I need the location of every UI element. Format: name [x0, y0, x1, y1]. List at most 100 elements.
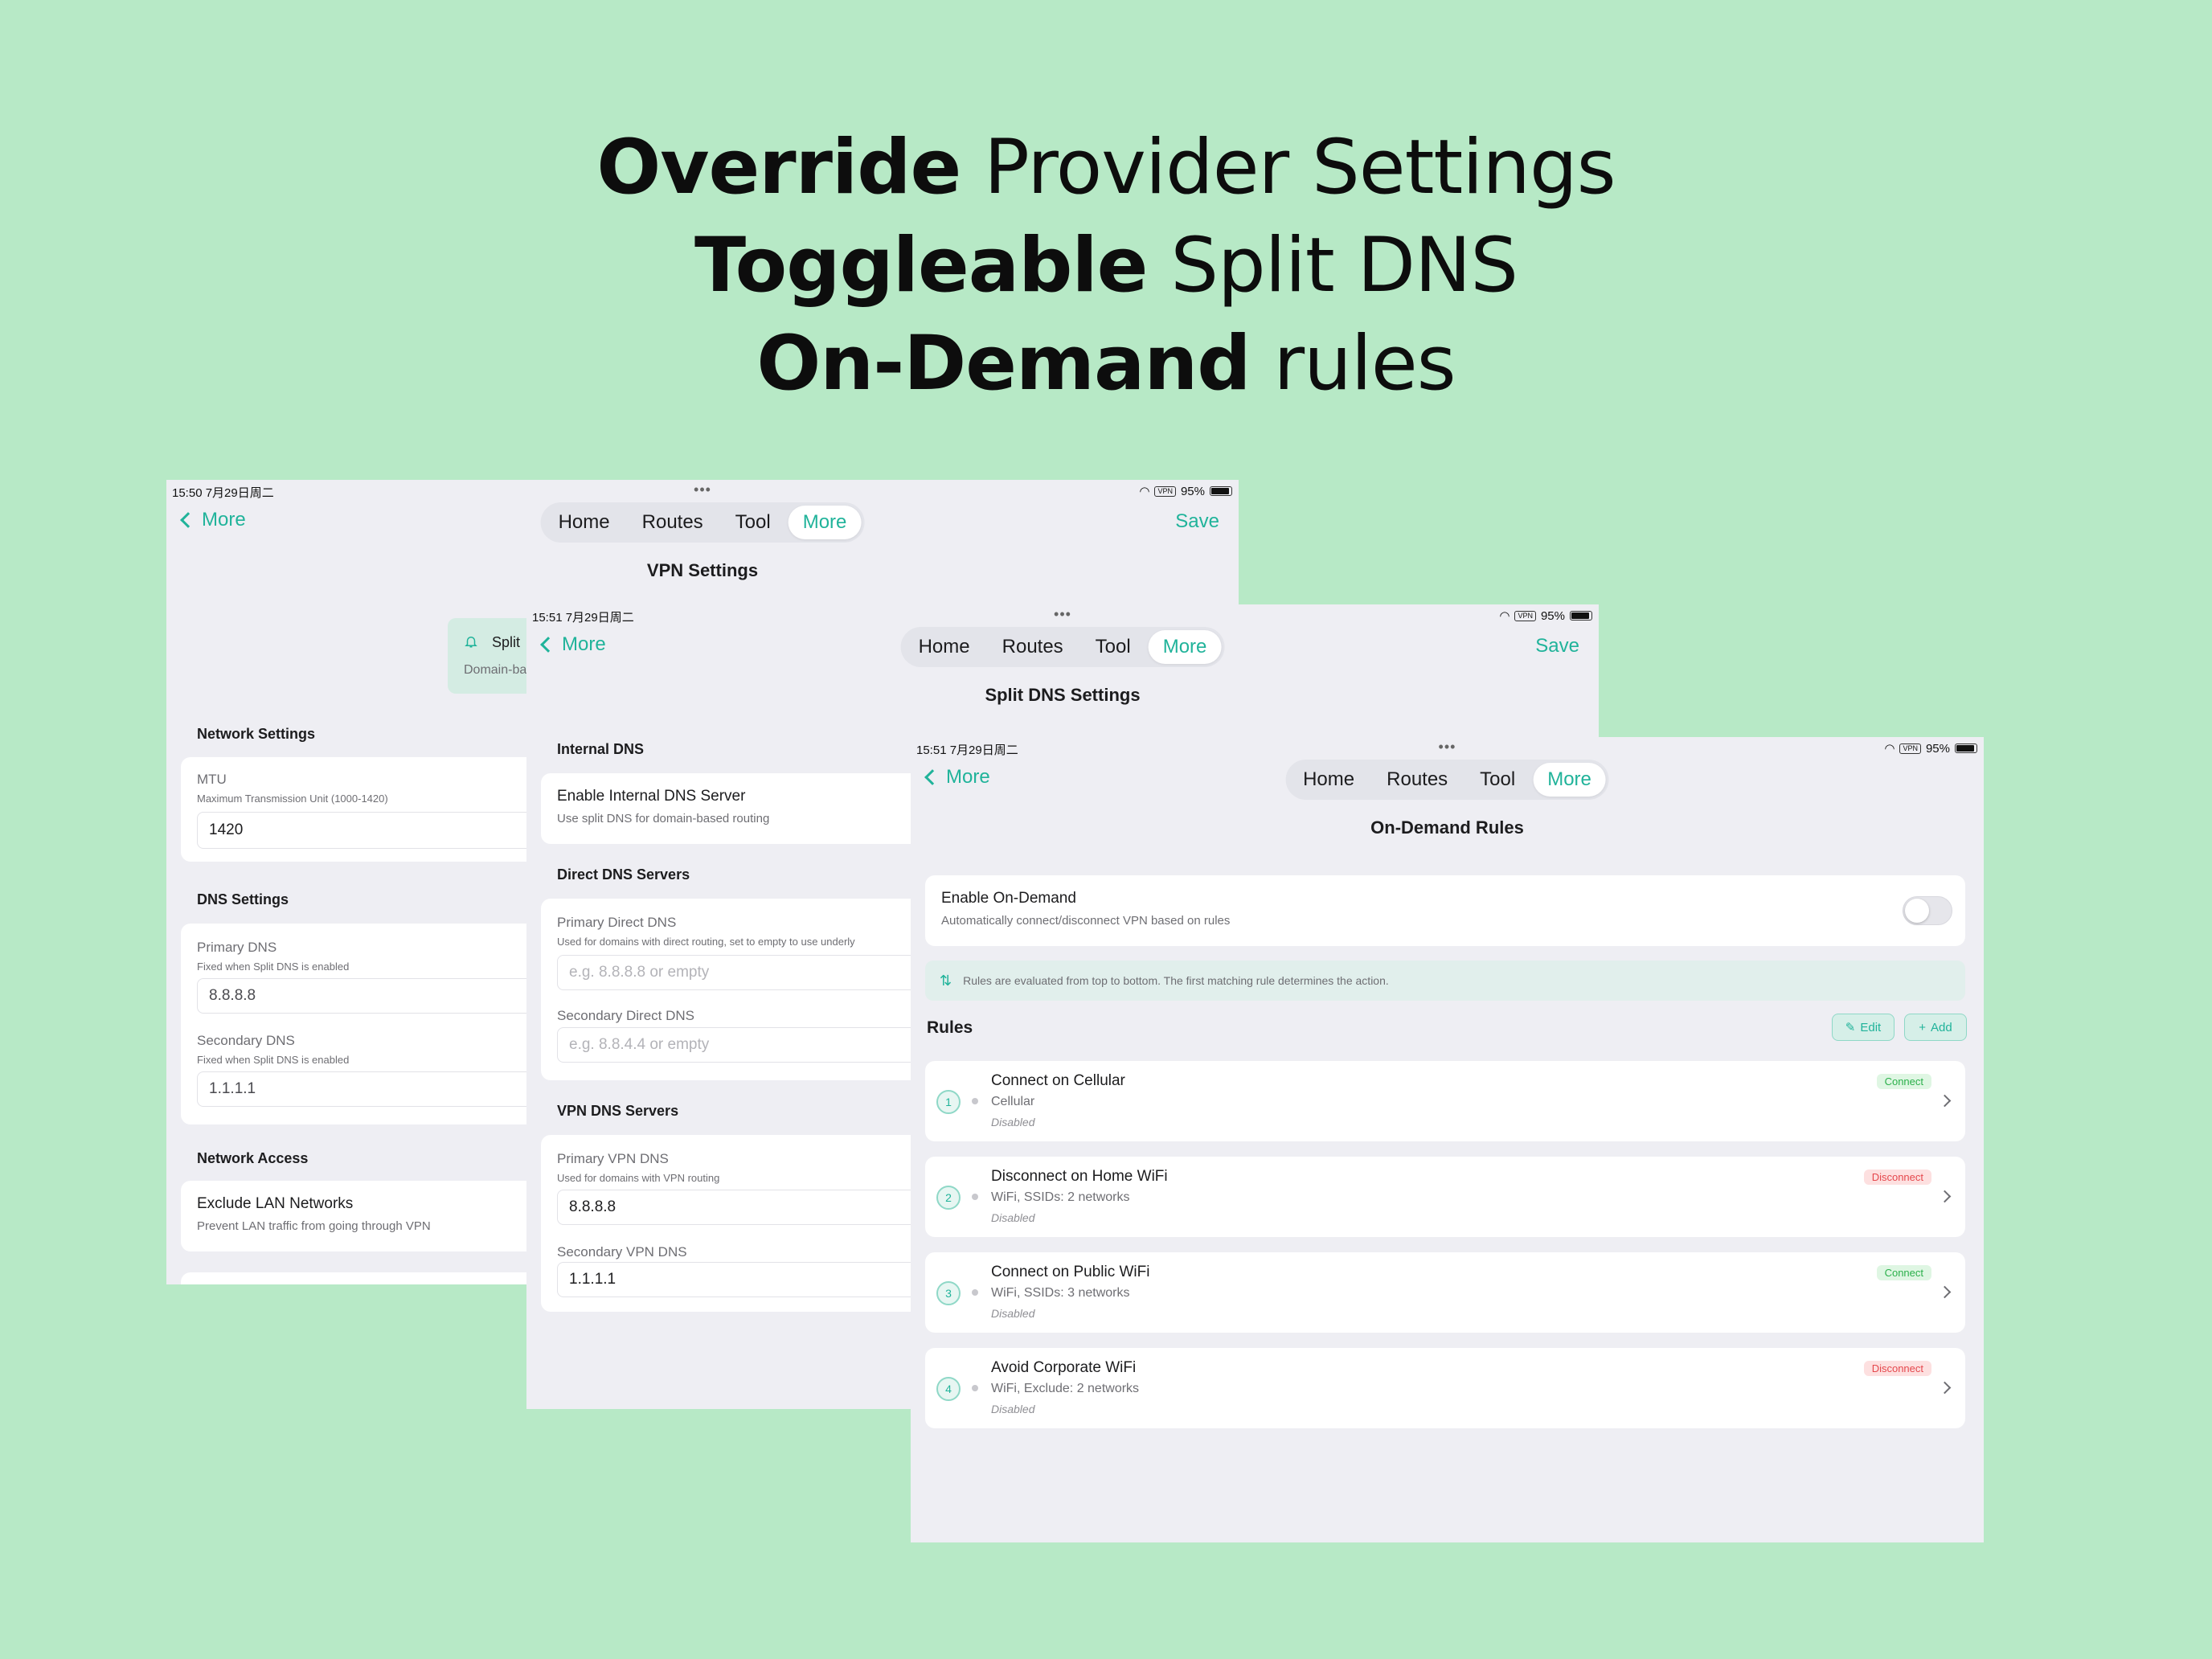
chevron-left-icon: [540, 637, 556, 653]
battery-percent: 95%: [1925, 741, 1950, 756]
tab-more[interactable]: More: [1148, 630, 1222, 664]
status-icons: ◠ VPN 95%: [1499, 608, 1592, 623]
action-badge: Disconnect: [1863, 1169, 1931, 1185]
wifi-icon: ◠: [1499, 609, 1510, 623]
enable-on-demand-subtitle: Automatically connect/disconnect VPN bas…: [941, 914, 1231, 928]
tab-routes[interactable]: Routes: [628, 506, 718, 539]
rules-header: Rules: [927, 1018, 973, 1037]
on-demand-toggle[interactable]: [1903, 896, 1952, 925]
tab-bar: Home Routes Tool More: [900, 627, 1225, 667]
enable-on-demand-title: Enable On-Demand: [941, 890, 1076, 907]
battery-percent: 95%: [1540, 608, 1565, 623]
multitask-dots-icon[interactable]: •••: [1439, 739, 1456, 756]
rule-card[interactable]: 1 Connect on Cellular Cellular Disabled …: [925, 1061, 1965, 1141]
enable-on-demand-card: Enable On-Demand Automatically connect/d…: [925, 875, 1965, 946]
plus-icon: +: [1919, 1020, 1927, 1034]
save-button[interactable]: Save: [1175, 510, 1219, 533]
status-dot-icon: [972, 1098, 978, 1104]
rule-title: Connect on Public WiFi: [991, 1264, 1150, 1280]
headline-line-3: On-Demand rules: [756, 320, 1456, 408]
network-access-header: Network Access: [197, 1150, 309, 1166]
rule-card[interactable]: 4 Avoid Corporate WiFi WiFi, Exclude: 2 …: [925, 1348, 1965, 1428]
back-label: More: [946, 766, 990, 788]
rule-state: Disabled: [991, 1307, 1035, 1320]
exclude-lan-subtitle: Prevent LAN traffic from going through V…: [197, 1219, 431, 1233]
chevron-right-icon: [1938, 1190, 1952, 1203]
status-dot-icon: [972, 1289, 978, 1296]
direct-dns-header: Direct DNS Servers: [557, 866, 690, 883]
enable-internal-dns-subtitle: Use split DNS for domain-based routing: [557, 812, 770, 825]
headline-line-2: Toggleable Split DNS: [694, 222, 1518, 309]
rule-number: 4: [936, 1377, 961, 1401]
battery-percent: 95%: [1180, 484, 1205, 498]
internal-dns-header: Internal DNS: [557, 741, 645, 757]
multitask-dots-icon[interactable]: •••: [1054, 606, 1071, 623]
network-settings-header: Network Settings: [197, 726, 316, 742]
wifi-icon: ◠: [1884, 742, 1895, 756]
add-button[interactable]: + Add: [1904, 1014, 1967, 1041]
status-time: 15:50 7月29日周二: [172, 486, 274, 500]
back-label: More: [202, 509, 246, 530]
tab-home[interactable]: Home: [544, 506, 625, 539]
on-demand-rules-screen: 15:51 7月29日周二 ••• ◠ VPN 95% More Home Ro…: [911, 737, 1984, 1542]
edit-button[interactable]: ✎ Edit: [1832, 1014, 1895, 1041]
chevron-right-icon: [1938, 1381, 1952, 1395]
back-button[interactable]: More: [538, 633, 606, 656]
status-dot-icon: [972, 1194, 978, 1200]
rule-state: Disabled: [991, 1403, 1035, 1415]
add-label: Add: [1931, 1020, 1952, 1034]
rule-subtitle: WiFi, SSIDs: 3 networks: [991, 1286, 1130, 1300]
rule-title: Connect on Cellular: [991, 1072, 1125, 1089]
tab-more[interactable]: More: [788, 506, 862, 539]
back-button[interactable]: More: [922, 766, 990, 789]
edit-label: Edit: [1860, 1020, 1882, 1034]
rule-subtitle: WiFi, SSIDs: 2 networks: [991, 1190, 1130, 1204]
action-badge: Connect: [1876, 1265, 1931, 1280]
vpn-indicator: VPN: [1154, 485, 1176, 497]
primary-dns-label: Primary DNS: [197, 940, 277, 955]
rule-number: 3: [936, 1281, 961, 1305]
mtu-label: MTU: [197, 772, 227, 787]
rules-info-bar: ⇅ Rules are evaluated from top to bottom…: [925, 961, 1965, 1001]
tab-tool[interactable]: Tool: [1465, 763, 1530, 797]
save-button[interactable]: Save: [1535, 635, 1579, 657]
vpn-indicator: VPN: [1514, 610, 1536, 621]
tab-home[interactable]: Home: [904, 630, 985, 664]
status-time: 15:51 7月29日周二: [916, 743, 1018, 757]
exclude-lan-title: Exclude LAN Networks: [197, 1195, 354, 1212]
status-time: 15:51 7月29日周二: [532, 611, 634, 625]
status-bar: 15:51 7月29日周二 ••• ◠ VPN 95%: [911, 737, 1984, 758]
primary-dns-hint: Fixed when Split DNS is enabled: [197, 961, 350, 973]
tab-more[interactable]: More: [1533, 763, 1606, 797]
tab-bar: Home Routes Tool More: [1285, 760, 1609, 800]
rule-card[interactable]: 2 Disconnect on Home WiFi WiFi, SSIDs: 2…: [925, 1157, 1965, 1237]
sort-arrows-icon: ⇅: [940, 972, 952, 989]
rule-number: 1: [936, 1090, 961, 1114]
back-label: More: [562, 633, 606, 655]
tab-routes[interactable]: Routes: [1372, 763, 1462, 797]
page-title: On-Demand Rules: [1370, 817, 1524, 838]
dns-settings-header: DNS Settings: [197, 891, 289, 907]
multitask-dots-icon[interactable]: •••: [694, 481, 711, 498]
page-title: Split DNS Settings: [985, 685, 1141, 705]
rule-card[interactable]: 3 Connect on Public WiFi WiFi, SSIDs: 3 …: [925, 1252, 1965, 1333]
status-icons: ◠ VPN 95%: [1139, 484, 1232, 498]
rule-title: Avoid Corporate WiFi: [991, 1359, 1137, 1376]
chevron-left-icon: [924, 769, 940, 785]
tab-home[interactable]: Home: [1288, 763, 1369, 797]
split-card-subtitle: Domain-ba: [464, 663, 527, 677]
status-bar: 15:50 7月29日周二 ••• ◠ VPN 95%: [166, 480, 1239, 501]
tab-tool[interactable]: Tool: [721, 506, 785, 539]
vpn-indicator: VPN: [1899, 743, 1921, 754]
back-button[interactable]: More: [178, 509, 246, 531]
action-badge: Connect: [1876, 1074, 1931, 1089]
tab-routes[interactable]: Routes: [988, 630, 1078, 664]
secondary-dns-label: Secondary DNS: [197, 1033, 295, 1048]
tab-tool[interactable]: Tool: [1081, 630, 1145, 664]
tab-bar: Home Routes Tool More: [540, 502, 865, 543]
chevron-left-icon: [180, 512, 196, 528]
status-bar: 15:51 7月29日周二 ••• ◠ VPN 95%: [526, 604, 1599, 625]
wifi-icon: ◠: [1139, 485, 1150, 498]
battery-icon: [1570, 611, 1592, 621]
primary-direct-dns-label: Primary Direct DNS: [557, 915, 677, 930]
